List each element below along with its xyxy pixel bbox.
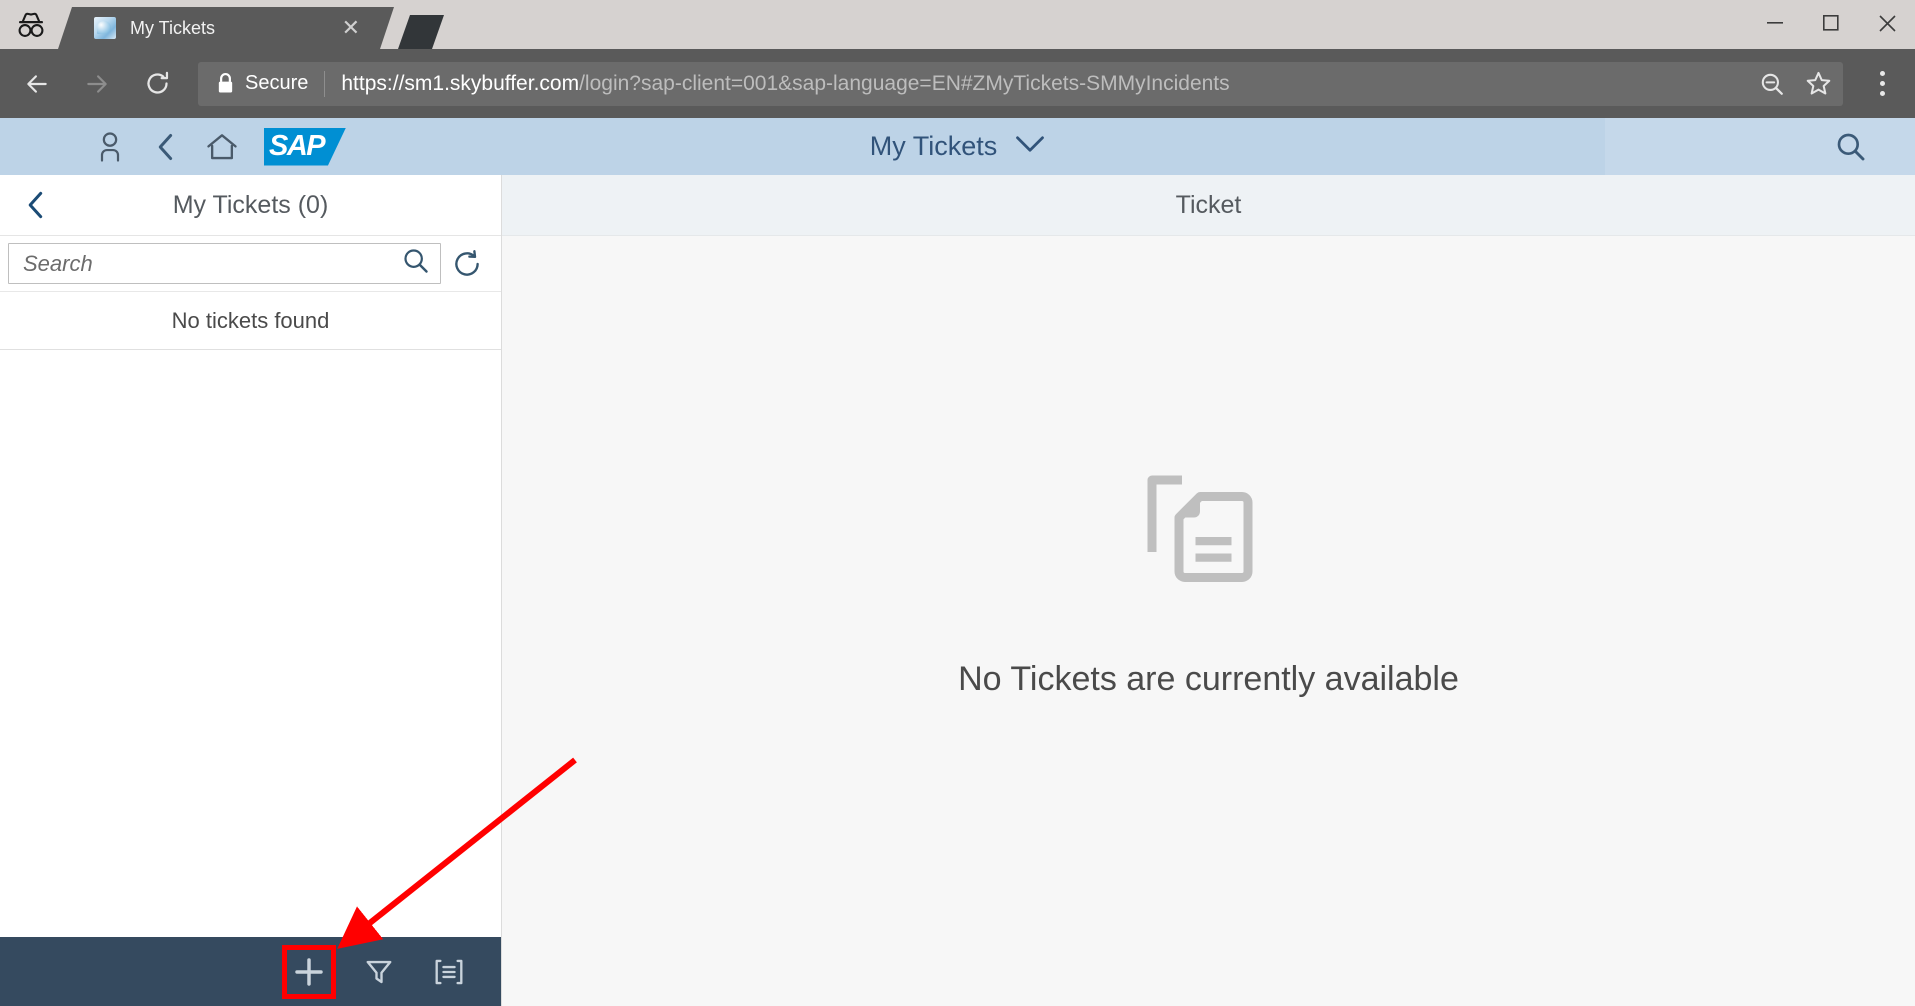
document-copy-icon xyxy=(1134,453,1284,608)
detail-pane: Ticket No Tickets are currently availabl… xyxy=(502,175,1915,1006)
tab-title: My Tickets xyxy=(130,17,216,38)
search-toolbar: Search xyxy=(0,236,501,292)
user-icon[interactable] xyxy=(82,122,138,172)
master-title: My Tickets (0) xyxy=(172,190,329,219)
page-title[interactable]: My Tickets xyxy=(870,131,998,162)
master-footer-toolbar xyxy=(0,937,501,1006)
sap-shellbar: SAP My Tickets xyxy=(0,118,1915,175)
incognito-icon xyxy=(0,0,62,49)
shellbar-left-group: SAP xyxy=(0,122,346,172)
url-host: https://sm1.skybuffer.com xyxy=(341,71,580,95)
search-icon[interactable] xyxy=(1835,118,1867,175)
master-list-body xyxy=(0,350,501,937)
lock-icon xyxy=(206,72,235,95)
add-button[interactable] xyxy=(282,944,336,999)
close-icon[interactable]: ✕ xyxy=(342,17,360,39)
refresh-icon[interactable] xyxy=(441,243,493,284)
group-button[interactable] xyxy=(427,950,471,994)
reload-icon[interactable] xyxy=(130,57,184,111)
new-tab-icon[interactable] xyxy=(398,15,444,49)
browser-tab[interactable]: My Tickets ✕ xyxy=(58,7,394,49)
search-icon[interactable] xyxy=(402,247,430,280)
url-text: https://sm1.skybuffer.com/login?sap-clie… xyxy=(341,72,1229,96)
search-placeholder: Search xyxy=(23,250,93,276)
forward-arrow-icon xyxy=(70,57,124,111)
back-arrow-icon[interactable] xyxy=(10,57,64,111)
shellbar-right-region xyxy=(1605,118,1915,175)
master-header: My Tickets (0) xyxy=(0,175,501,236)
sap-logo-text: SAP xyxy=(269,130,326,162)
home-icon[interactable] xyxy=(194,122,250,172)
browser-titlebar: My Tickets ✕ xyxy=(0,0,1915,49)
url-path: /login?sap-client=001&sap-language=EN#ZM… xyxy=(579,71,1230,95)
minimize-icon[interactable] xyxy=(1747,0,1803,46)
browser-toolbar: Secure https://sm1.skybuffer.com/login?s… xyxy=(0,49,1915,118)
zoom-out-icon[interactable] xyxy=(1755,67,1789,101)
close-icon[interactable] xyxy=(1859,0,1915,46)
star-icon[interactable] xyxy=(1801,67,1835,101)
detail-header-title: Ticket xyxy=(502,175,1915,236)
maximize-icon[interactable] xyxy=(1803,0,1859,46)
filter-button[interactable] xyxy=(357,950,401,994)
detail-placeholder-text: No Tickets are currently available xyxy=(958,660,1459,698)
empty-list-message: No tickets found xyxy=(0,292,501,350)
omnibox-actions xyxy=(1755,62,1835,106)
kebab-menu-icon[interactable] xyxy=(1859,57,1905,111)
sap-logo[interactable]: SAP xyxy=(264,127,346,166)
search-input[interactable]: Search xyxy=(8,243,441,284)
tabstrip-empty-area xyxy=(444,0,1915,49)
page-favicon xyxy=(94,17,116,39)
screenshot-root: My Tickets ✕ Secure https://sm1.skybuffe… xyxy=(0,0,1915,1006)
chevron-left-icon[interactable] xyxy=(8,175,64,236)
chevron-left-icon[interactable] xyxy=(138,122,194,172)
window-controls xyxy=(1747,0,1915,46)
address-bar[interactable]: Secure https://sm1.skybuffer.com/login?s… xyxy=(198,61,1843,106)
split-app-content: My Tickets (0) Search No tickets found T… xyxy=(0,175,1915,1006)
omnibox-divider xyxy=(324,70,326,97)
security-status-label: Secure xyxy=(245,72,309,94)
detail-empty-state: No Tickets are currently available xyxy=(502,236,1915,1006)
chevron-down-icon[interactable] xyxy=(1015,135,1045,158)
master-list-pane: My Tickets (0) Search No tickets found xyxy=(0,175,502,1006)
